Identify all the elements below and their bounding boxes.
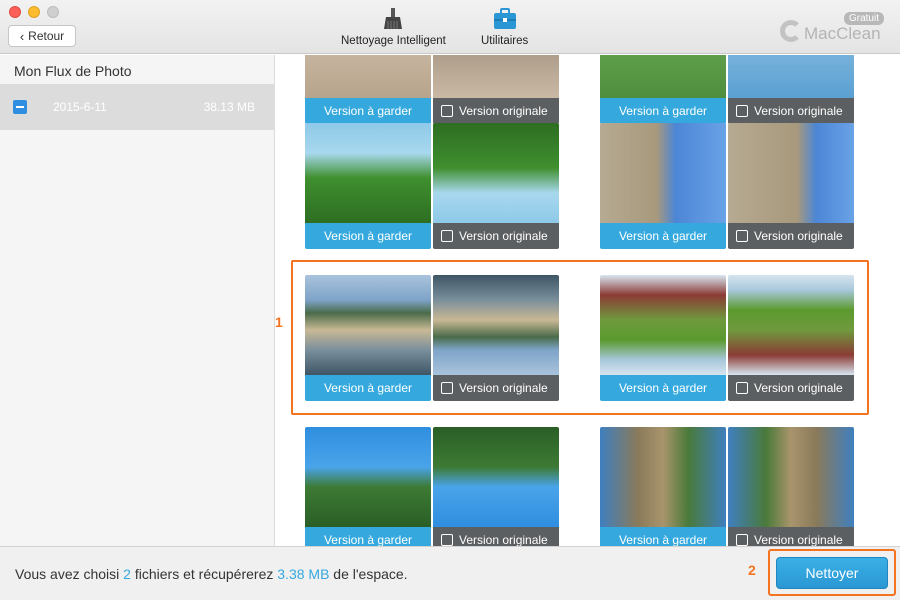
- original-version-label: Version originale: [754, 104, 843, 118]
- photo-thumbnail: [305, 123, 431, 223]
- summary-prefix: Vous avez choisi: [15, 566, 124, 582]
- chevron-left-icon: ‹: [19, 28, 25, 44]
- step-marker-1: 1: [275, 314, 283, 330]
- original-version-label: Version originale: [459, 533, 548, 546]
- keep-version-label: Version à garder: [305, 223, 431, 249]
- group-date: 2015-6-11: [53, 100, 107, 114]
- checkbox[interactable]: [441, 534, 453, 546]
- summary-middle: fichiers et récupérerez: [130, 566, 278, 582]
- original-version-label: Version originale: [459, 229, 548, 243]
- original-version-label: Version originale: [754, 533, 843, 546]
- photo-thumbnail: [728, 123, 854, 223]
- close-window-button[interactable]: [9, 6, 21, 18]
- original-version-bar[interactable]: Version originale: [728, 223, 854, 249]
- original-photo-tile[interactable]: Version originale: [728, 55, 854, 124]
- photo-thumbnail: [600, 123, 726, 223]
- original-version-label: Version originale: [754, 229, 843, 243]
- photo-thumbnail: [728, 55, 854, 98]
- original-version-bar[interactable]: Version originale: [728, 98, 854, 124]
- original-photo-tile[interactable]: Version originale: [728, 427, 854, 546]
- checkbox[interactable]: [736, 534, 748, 546]
- zoom-window-button[interactable]: [47, 6, 59, 18]
- back-button[interactable]: ‹ Retour: [8, 25, 76, 47]
- photo-thumbnail: [728, 427, 854, 527]
- brand-logo: Gratuit MacClean: [780, 8, 890, 48]
- macclean-c-icon: [780, 20, 802, 42]
- keep-photo-tile[interactable]: Version à garder: [600, 123, 726, 249]
- checkbox[interactable]: [736, 230, 748, 242]
- keep-photo-tile[interactable]: Version à garder: [305, 427, 431, 546]
- checkbox[interactable]: [736, 105, 748, 117]
- highlight-box: [291, 260, 869, 415]
- original-version-bar[interactable]: Version originale: [728, 527, 854, 546]
- partial-checkbox[interactable]: [13, 100, 27, 114]
- photo-thumbnail: [433, 427, 559, 527]
- keep-photo-tile[interactable]: Version à garder: [305, 123, 431, 249]
- original-version-label: Version originale: [459, 104, 548, 118]
- original-version-bar[interactable]: Version originale: [433, 223, 559, 249]
- photo-thumbnail: [433, 55, 559, 98]
- sidebar-item-date-group[interactable]: 2015-6-11 38.13 MB: [0, 84, 274, 130]
- checkbox[interactable]: [441, 105, 453, 117]
- keep-version-label: Version à garder: [305, 527, 431, 546]
- broom-icon: [380, 6, 406, 32]
- sidebar-header: Mon Flux de Photo: [14, 63, 132, 79]
- keep-version-label: Version à garder: [305, 98, 431, 124]
- footer: Vous avez choisi 2 fichiers et récupérer…: [0, 546, 900, 600]
- keep-photo-tile[interactable]: Version à garder: [600, 427, 726, 546]
- tab-utilities-label: Utilitaires: [481, 35, 529, 47]
- clean-button[interactable]: Nettoyer: [776, 557, 888, 589]
- tab-smart-clean-label: Nettoyage Intelligent: [341, 35, 446, 47]
- original-photo-tile[interactable]: Version originale: [433, 123, 559, 249]
- photo-thumbnail: [305, 55, 431, 98]
- keep-photo-tile[interactable]: Version à garder: [600, 55, 726, 124]
- minimize-window-button[interactable]: [28, 6, 40, 18]
- selection-summary: Vous avez choisi 2 fichiers et récupérer…: [15, 566, 408, 582]
- back-label: Retour: [28, 29, 65, 43]
- file-count: 2: [123, 566, 131, 582]
- original-photo-tile[interactable]: Version originale: [433, 55, 559, 124]
- step-marker-2: 2: [748, 562, 756, 578]
- sidebar: Mon Flux de Photo 2015-6-11 38.13 MB: [0, 55, 275, 546]
- tab-smart-clean[interactable]: Nettoyage Intelligent: [341, 6, 446, 47]
- keep-version-label: Version à garder: [600, 527, 726, 546]
- photo-thumbnail: [433, 123, 559, 223]
- keep-photo-tile[interactable]: Version à garder: [305, 55, 431, 124]
- photo-thumbnail: [305, 427, 431, 527]
- tab-utilities[interactable]: Utilitaires: [481, 6, 528, 47]
- photo-thumbnail: [600, 55, 726, 98]
- group-size: 38.13 MB: [203, 100, 255, 114]
- original-photo-tile[interactable]: Version originale: [728, 123, 854, 249]
- summary-suffix: de l'espace.: [329, 566, 408, 582]
- original-version-bar[interactable]: Version originale: [433, 527, 559, 546]
- toolbox-icon: [492, 6, 518, 32]
- photo-thumbnail: [600, 427, 726, 527]
- keep-version-label: Version à garder: [600, 98, 726, 124]
- toolbar: ‹ Retour Nettoyage Intelligent Utilitair…: [0, 0, 900, 54]
- keep-version-label: Version à garder: [600, 223, 726, 249]
- checkbox[interactable]: [441, 230, 453, 242]
- brand-name: MacClean: [804, 24, 881, 43]
- photo-grid: Version à garder Version originale Versi…: [276, 55, 900, 546]
- original-photo-tile[interactable]: Version originale: [433, 427, 559, 546]
- recovered-size: 3.38 MB: [277, 566, 330, 582]
- original-version-bar[interactable]: Version originale: [433, 98, 559, 124]
